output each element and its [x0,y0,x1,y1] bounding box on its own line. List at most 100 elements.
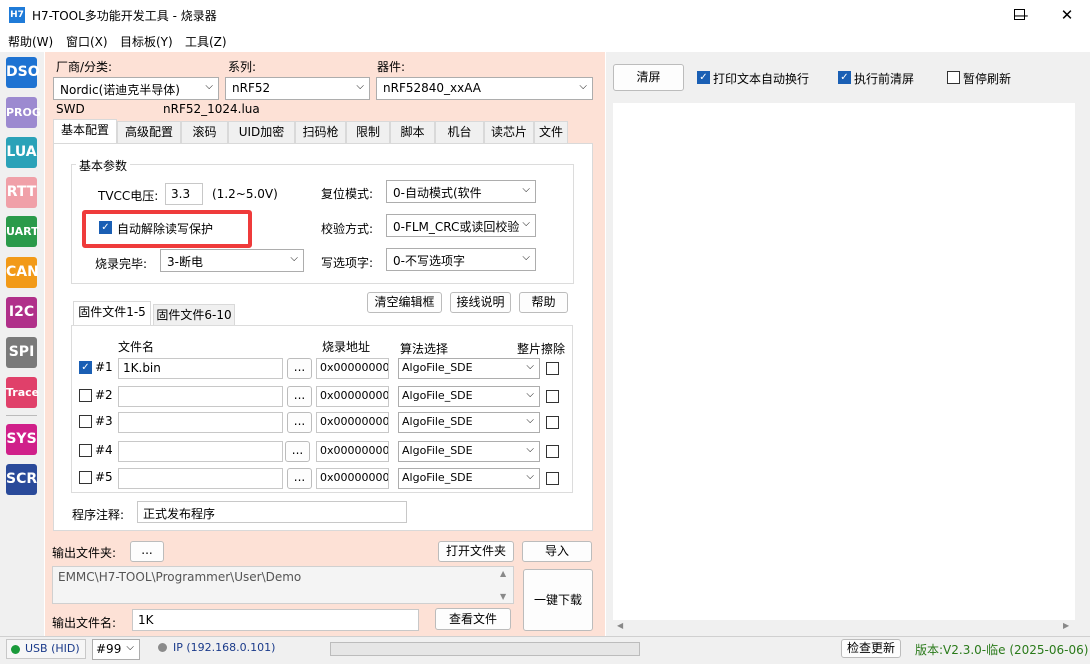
tab-2[interactable]: 高级配置 [117,121,181,143]
tab-3[interactable]: 滚码 [181,121,228,143]
row-address-input[interactable]: 0x00000000 [316,358,389,379]
clear-before-checkbox[interactable]: ✓ [838,71,851,84]
row-algo-select[interactable]: AlgoFile_SDE ⌵ [398,358,540,379]
tab-firmware-1-5[interactable]: 固件文件1-5 [73,301,151,325]
tab-10[interactable]: 文件 [534,121,568,143]
row-browse-button[interactable]: ... [287,468,312,489]
wrap-checkbox[interactable]: ✓ [697,71,710,84]
sidebar-can-button[interactable]: CAN [6,257,39,288]
menu-target[interactable]: 目标板(Y) [120,33,173,50]
row-algo-select[interactable]: AlgoFile_SDE ⌵ [398,468,540,489]
log-output[interactable] [613,103,1075,620]
row-erase-checkbox[interactable] [546,472,559,485]
row-file-input[interactable] [118,468,283,489]
basic-params-title: 基本参数 [76,157,131,174]
import-button[interactable]: 导入 [522,541,592,562]
auto-unlock-label: 自动解除读写保护 [117,222,214,236]
row-browse-button[interactable]: ... [285,441,310,462]
row-algo-select[interactable]: AlgoFile_SDE ⌵ [398,386,540,407]
row-algo-select[interactable]: AlgoFile_SDE ⌵ [398,412,540,433]
auto-unlock-checkbox[interactable]: ✓ [99,221,112,234]
reset-select[interactable]: 0-自动模式(软件 ⌵ [386,180,536,203]
row-browse-button[interactable]: ... [287,386,312,407]
tab-5[interactable]: 扫码枪 [295,121,346,143]
sidebar-prog-button[interactable]: PROG [6,97,41,128]
verify-select[interactable]: 0-FLM_CRC或读回校验 ⌵ [386,214,536,237]
port-select[interactable]: #99 ⌵ [92,639,140,660]
tab-firmware-6-10[interactable]: 固件文件6-10 [153,304,235,325]
wrap-label: 打印文本自动换行 [713,72,810,86]
tab-4[interactable]: UID加密 [228,121,295,143]
vertical-scrollbar[interactable] [1075,103,1089,620]
sidebar-i2c-button[interactable]: I2C [6,297,37,328]
row-browse-button[interactable]: ... [287,358,312,379]
menu-help[interactable]: 帮助(W) [8,33,53,50]
clear-editor-button[interactable]: 清空编辑框 [367,292,442,313]
sidebar-spi-button[interactable]: SPI [6,337,37,368]
output-name-input[interactable]: 1K [132,609,419,631]
download-button[interactable]: 一键下载 [523,569,593,631]
wiring-button[interactable]: 接线说明 [450,292,511,313]
row-erase-checkbox[interactable] [546,362,559,375]
horizontal-scrollbar[interactable]: ◀ ▶ [613,620,1075,634]
chevron-down-icon: ⌵ [290,253,298,264]
row-erase-checkbox[interactable] [546,416,559,429]
menu-tools[interactable]: 工具(Z) [185,33,227,50]
maximize-icon[interactable] [1014,9,1025,20]
row-file-input[interactable]: 1K.bin [118,358,283,379]
sidebar-divider [6,415,37,416]
close-icon[interactable]: ✕ [1044,0,1090,30]
row-file-input[interactable] [118,412,283,433]
sidebar-rtt-button[interactable]: RTT [6,177,37,208]
open-folder-button[interactable]: 打开文件夹 [438,541,514,562]
row-enable-checkbox[interactable] [79,471,92,484]
tab-9[interactable]: 读芯片 [484,121,534,143]
row-enable-checkbox[interactable] [79,444,92,457]
finish-select[interactable]: 3-断电 ⌵ [160,249,304,272]
pause-checkbox[interactable] [947,71,960,84]
sidebar-uart-button[interactable]: UART [6,216,39,247]
clear-screen-button[interactable]: 清屏 [613,64,684,91]
row-address-input[interactable]: 0x00000000 [316,386,389,407]
tab-7[interactable]: 脚本 [390,121,435,143]
row-enable-checkbox[interactable] [79,389,92,402]
series-select[interactable]: nRF52 ⌵ [225,77,370,100]
row-enable-checkbox[interactable]: ✓ [79,361,92,374]
scroll-up-icon[interactable]: ▲ [500,569,506,578]
help-button[interactable]: 帮助 [519,292,568,313]
output-browse-button[interactable]: ... [130,541,164,562]
sidebar-dso-button[interactable]: DSO [6,57,40,88]
vendor-select[interactable]: Nordic(诺迪克半导体) ⌵ [53,77,219,100]
tab-8[interactable]: 机台 [435,121,484,143]
tvcc-input[interactable]: 3.3 [165,183,203,205]
tab-1[interactable]: 基本配置 [53,119,117,144]
comment-label: 程序注释: [72,508,125,522]
row-address-input[interactable]: 0x00000000 [316,468,389,489]
scroll-right-icon[interactable]: ▶ [1063,621,1069,630]
scroll-left-icon[interactable]: ◀ [617,621,623,630]
sidebar-sys-button[interactable]: SYS [6,424,37,455]
sidebar-scr-button[interactable]: SCR [6,464,37,495]
row-address-input[interactable]: 0x00000000 [316,412,389,433]
tab-6[interactable]: 限制 [346,121,390,143]
row-erase-checkbox[interactable] [546,390,559,403]
tvcc-label: TVCC电压: [98,189,159,203]
menu-window[interactable]: 窗口(X) [66,33,108,50]
row-file-input[interactable] [118,441,283,462]
sidebar-trace-button[interactable]: Trace [6,377,39,408]
row-erase-checkbox[interactable] [546,445,559,458]
check-update-button[interactable]: 检查更新 [841,639,901,658]
comment-input[interactable]: 正式发布程序 [137,501,407,523]
col-erase: 整片擦除 [517,342,566,356]
row-browse-button[interactable]: ... [287,412,312,433]
row-enable-checkbox[interactable] [79,415,92,428]
row-file-input[interactable] [118,386,283,407]
row-address-input[interactable]: 0x00000000 [316,441,389,462]
scroll-down-icon[interactable]: ▼ [500,592,506,601]
chevron-down-icon: ⌵ [522,184,530,195]
sidebar-lua-button[interactable]: LUA [6,137,37,168]
part-select[interactable]: nRF52840_xxAA ⌵ [376,77,593,100]
view-file-button[interactable]: 查看文件 [435,608,511,630]
option-select[interactable]: 0-不写选项字 ⌵ [386,248,536,271]
row-algo-select[interactable]: AlgoFile_SDE ⌵ [398,441,540,462]
